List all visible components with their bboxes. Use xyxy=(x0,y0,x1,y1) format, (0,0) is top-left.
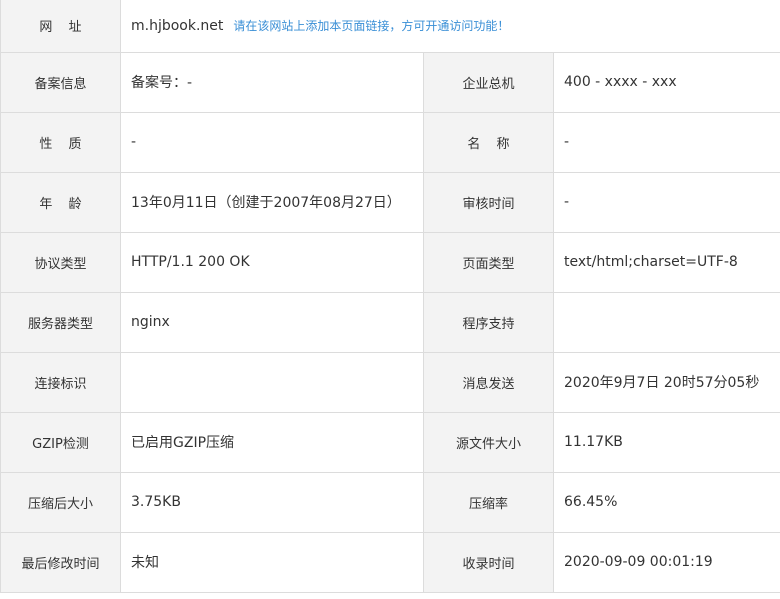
message-sent-label: 消息发送 xyxy=(423,351,554,413)
review-time-value: - xyxy=(552,171,780,233)
review-time-label: 审核时间 xyxy=(423,171,554,233)
connection-id-value xyxy=(120,351,424,413)
page-type-label: 页面类型 xyxy=(423,231,554,293)
program-support-value xyxy=(552,291,780,353)
name-label: 名 称 xyxy=(423,111,554,173)
message-sent-value: 2020年9月7日 20时57分05秒 xyxy=(552,351,780,413)
name-value: - xyxy=(552,111,780,173)
table-row: 连接标识 消息发送 2020年9月7日 20时57分05秒 xyxy=(0,351,780,413)
indexed-time-value: 2020-09-09 00:01:19 xyxy=(552,531,780,593)
table-row: 压缩后大小 3.75KB 压缩率 66.45% xyxy=(0,471,780,533)
connection-id-label: 连接标识 xyxy=(0,351,121,413)
compressed-size-label: 压缩后大小 xyxy=(0,471,121,533)
table-row: 年 龄 13年0月11日（创建于2007年08月27日） 审核时间 - xyxy=(0,171,780,233)
website-label: 网 址 xyxy=(0,0,121,53)
source-size-label: 源文件大小 xyxy=(423,411,554,473)
website-value: m.hjbook.net 请在该网站上添加本页面链接，方可开通访问功能！ xyxy=(119,0,780,53)
last-modified-label: 最后修改时间 xyxy=(0,531,121,593)
gzip-check-label: GZIP检测 xyxy=(0,411,121,473)
table-row: 协议类型 HTTP/1.1 200 OK 页面类型 text/html;char… xyxy=(0,231,780,293)
site-info-table: 网 址 m.hjbook.net 请在该网站上添加本页面链接，方可开通访问功能！ … xyxy=(0,0,780,593)
filing-info-label: 备案信息 xyxy=(0,51,121,113)
filing-info-value: 备案号：- xyxy=(120,51,424,113)
website-domain: m.hjbook.net xyxy=(131,18,224,35)
table-row: 性 质 - 名 称 - xyxy=(0,111,780,173)
compressed-size-value: 3.75KB xyxy=(120,471,424,533)
indexed-time-label: 收录时间 xyxy=(423,531,554,593)
protocol-type-label: 协议类型 xyxy=(0,231,121,293)
protocol-type-value: HTTP/1.1 200 OK xyxy=(120,231,424,293)
company-phone-value: 400 - xxxx - xxx xyxy=(552,51,780,113)
gzip-check-value: 已启用GZIP压缩 xyxy=(120,411,424,473)
age-label: 年 龄 xyxy=(0,171,121,233)
program-support-label: 程序支持 xyxy=(423,291,554,353)
source-size-value: 11.17KB xyxy=(552,411,780,473)
nature-label: 性 质 xyxy=(0,111,121,173)
table-row: 服务器类型 nginx 程序支持 xyxy=(0,291,780,353)
compression-ratio-label: 压缩率 xyxy=(423,471,554,533)
nature-value: - xyxy=(120,111,424,173)
compression-ratio-value: 66.45% xyxy=(552,471,780,533)
server-type-value: nginx xyxy=(120,291,424,353)
table-row: 备案信息 备案号：- 企业总机 400 - xxxx - xxx xyxy=(0,51,780,113)
page-type-value: text/html;charset=UTF-8 xyxy=(552,231,780,293)
server-type-label: 服务器类型 xyxy=(0,291,121,353)
table-row: GZIP检测 已启用GZIP压缩 源文件大小 11.17KB xyxy=(0,411,780,473)
table-row: 最后修改时间 未知 收录时间 2020-09-09 00:01:19 xyxy=(0,531,780,593)
website-hint-link[interactable]: 请在该网站上添加本页面链接，方可开通访问功能！ xyxy=(233,19,509,33)
company-phone-label: 企业总机 xyxy=(423,51,554,113)
age-value: 13年0月11日（创建于2007年08月27日） xyxy=(120,171,424,233)
last-modified-value: 未知 xyxy=(120,531,424,593)
table-row-website: 网 址 m.hjbook.net 请在该网站上添加本页面链接，方可开通访问功能！ xyxy=(0,0,780,53)
